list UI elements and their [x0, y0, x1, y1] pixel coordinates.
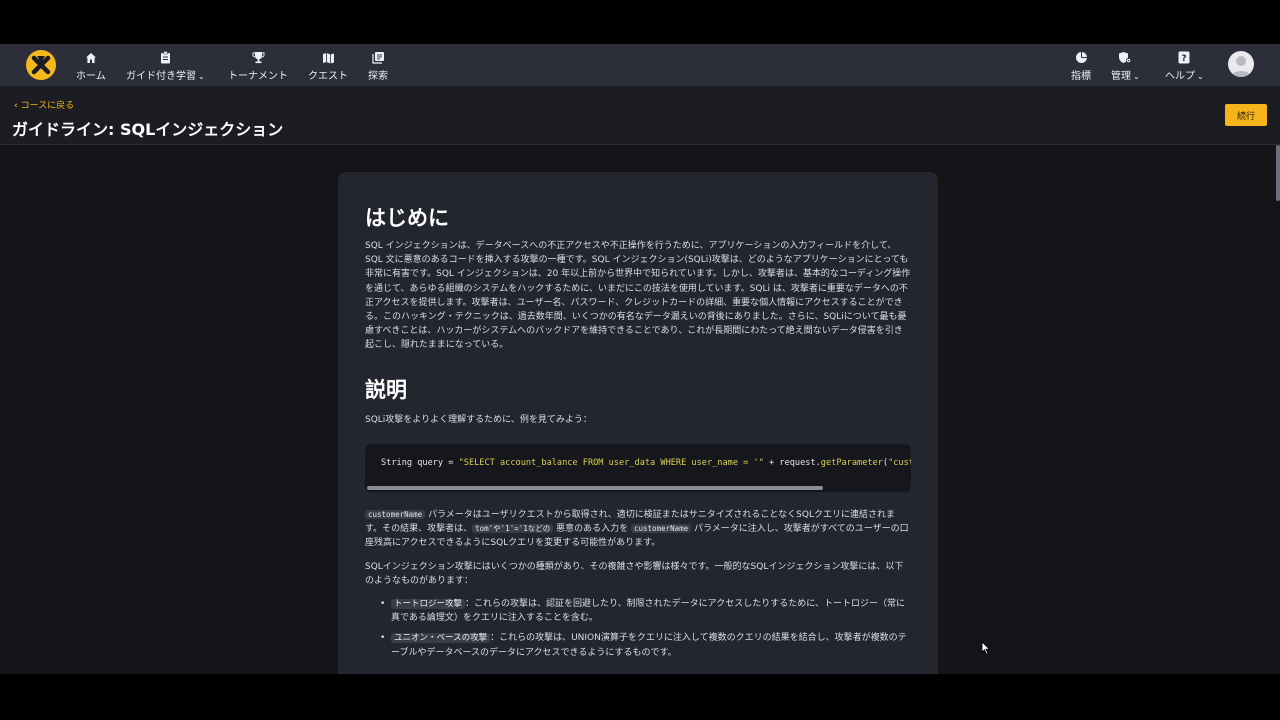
svg-text:?: ? [1182, 54, 1187, 64]
nav-home[interactable]: ホーム [76, 50, 106, 82]
nav-metrics-label: 指標 [1071, 71, 1091, 82]
main-content-area: はじめに SQL インジェクションは、データベースへの不正アクセスや不正操作を行… [0, 145, 1280, 674]
mouse-pointer-icon [981, 641, 991, 655]
user-avatar[interactable] [1228, 51, 1254, 77]
question-icon: ? [1178, 50, 1190, 65]
list-item: • トートロジー攻撃 ：これらの攻撃は、認証を回避したり、制限されたデータにアクセス… [380, 599, 905, 624]
nav-tournament-label: トーナメント [228, 71, 288, 82]
nav-guided-learning[interactable]: ガイド付き学習 ⌄ [126, 50, 205, 82]
nav-quest[interactable]: クエスト [308, 50, 348, 82]
explanation-paragraph: SQLi攻撃をよりよく理解するために、例を見てみよう： [365, 415, 592, 425]
user-icon [1231, 56, 1251, 77]
nav-quest-label: クエスト [308, 71, 348, 82]
inline-code: customerName [631, 524, 692, 534]
inline-code: tom'や'1'='1などの [472, 524, 554, 534]
attack-types-list: • トートロジー攻撃 ：これらの攻撃は、認証を回避したり、制限されたデータにアクセス… [365, 597, 911, 666]
explanation-heading: 説明 [365, 378, 407, 402]
code-line: String query = "SELECT account_balance F… [381, 458, 911, 468]
chevron-down-icon: ⌄ [1133, 72, 1140, 81]
code-horizontal-scrollbar[interactable] [367, 486, 823, 490]
logo-icon [31, 55, 51, 75]
continue-button[interactable]: 続行 [1225, 104, 1267, 126]
list-item: • ユニオン・ベースの攻撃 ：これらの攻撃は、UNION演算子をクエリに注入して複数… [380, 633, 907, 658]
intro-paragraph: SQL インジェクションは、データベースへの不正アクセスや不正操作を行うために、… [365, 241, 911, 351]
page-header: ‹ コースに戻る ガイドライン: SQLインジェクション 続行 [0, 86, 1280, 145]
chevron-left-icon: ‹ [14, 101, 18, 111]
app-logo[interactable] [26, 50, 56, 80]
nav-explore-label: 探索 [368, 71, 388, 82]
nav-admin-label: 管理 [1111, 71, 1131, 82]
page-title: ガイドライン: SQLインジェクション [12, 120, 284, 139]
pie-chart-icon [1075, 50, 1088, 65]
nav-explore[interactable]: 探索 [368, 50, 388, 82]
back-to-course-link[interactable]: ‹ コースに戻る [14, 98, 74, 111]
shield-gear-icon [1118, 50, 1132, 65]
inline-code: customerName [365, 510, 426, 519]
nav-help[interactable]: ? ヘルプ ⌄ [1165, 50, 1204, 82]
article-card: はじめに SQL インジェクションは、データベースへの不正アクセスや不正操作を行… [338, 172, 938, 674]
explore-icon [371, 50, 385, 65]
top-navigation-bar: ホーム ガイド付き学習 ⌄ トーナメント クエスト 探索 指標 管理 ⌄ ? ヘ… [0, 44, 1280, 86]
code-block[interactable]: String query = "SELECT account_balance F… [365, 444, 911, 492]
nav-admin[interactable]: 管理 ⌄ [1111, 50, 1140, 82]
chevron-down-icon: ⌄ [198, 72, 205, 81]
term-badge: ユニオン・ベースの攻撃 [391, 633, 491, 644]
nav-guided-learning-label: ガイド付き学習 [126, 71, 196, 82]
nav-tournament[interactable]: トーナメント [228, 50, 288, 82]
nav-home-label: ホーム [76, 71, 106, 82]
attack-types-intro: SQLインジェクション攻撃にはいくつかの種類があり、その複雑さや影響は様々です。… [365, 562, 904, 587]
back-to-course-label: コースに戻る [20, 101, 75, 111]
term-badge: トートロジー攻撃 [391, 599, 466, 609]
parameter-explanation-paragraph: customerName パラメータはユーザリクエストから取得され、適切に検証ま… [365, 510, 909, 549]
clipboard-icon [160, 50, 171, 65]
nav-metrics[interactable]: 指標 [1071, 50, 1091, 82]
home-icon [85, 50, 97, 65]
nav-help-label: ヘルプ [1165, 71, 1195, 82]
page-scrollbar[interactable] [1276, 145, 1280, 201]
chevron-down-icon: ⌄ [1197, 72, 1204, 81]
intro-heading: はじめに [365, 206, 449, 230]
trophy-icon [252, 50, 265, 65]
map-icon [322, 50, 335, 65]
